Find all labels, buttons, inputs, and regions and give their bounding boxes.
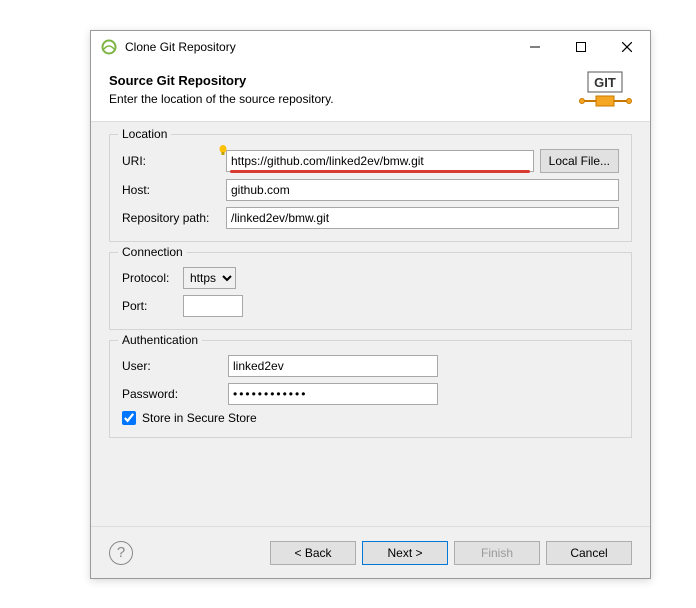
host-label: Host: bbox=[122, 183, 220, 197]
connection-legend: Connection bbox=[118, 245, 187, 259]
secure-store-label: Store in Secure Store bbox=[142, 411, 257, 425]
wizard-header: Source Git Repository Enter the location… bbox=[91, 63, 650, 122]
protocol-select[interactable]: https bbox=[183, 267, 236, 289]
help-button[interactable]: ? bbox=[109, 541, 133, 565]
host-input[interactable] bbox=[226, 179, 619, 201]
authentication-group: Authentication User: Password: Store in … bbox=[109, 340, 632, 438]
port-input[interactable] bbox=[183, 295, 243, 317]
app-icon bbox=[101, 39, 117, 55]
minimize-button[interactable] bbox=[512, 31, 558, 63]
button-bar: ? < Back Next > Finish Cancel bbox=[91, 526, 650, 578]
svg-text:GIT: GIT bbox=[594, 75, 616, 90]
password-label: Password: bbox=[122, 387, 222, 401]
git-icon: GIT bbox=[574, 71, 632, 111]
lightbulb-icon bbox=[218, 145, 228, 155]
protocol-label: Protocol: bbox=[122, 271, 177, 285]
window-title: Clone Git Repository bbox=[125, 40, 512, 54]
repo-path-label: Repository path: bbox=[122, 211, 220, 225]
uri-label: URI: bbox=[122, 154, 220, 168]
page-subtitle: Enter the location of the source reposit… bbox=[109, 92, 334, 106]
maximize-button[interactable] bbox=[558, 31, 604, 63]
authentication-legend: Authentication bbox=[118, 333, 202, 347]
location-legend: Location bbox=[118, 127, 171, 141]
secure-store-checkbox[interactable] bbox=[122, 411, 136, 425]
content-area: Location URI: Local File... Host: Reposi… bbox=[91, 122, 650, 526]
back-button[interactable]: < Back bbox=[270, 541, 356, 565]
clone-git-dialog: Clone Git Repository Source Git Reposito… bbox=[90, 30, 651, 579]
next-button[interactable]: Next > bbox=[362, 541, 448, 565]
cancel-button[interactable]: Cancel bbox=[546, 541, 632, 565]
connection-group: Connection Protocol: https Port: bbox=[109, 252, 632, 330]
user-label: User: bbox=[122, 359, 222, 373]
local-file-button[interactable]: Local File... bbox=[540, 149, 619, 173]
uri-input[interactable] bbox=[226, 150, 534, 172]
finish-button[interactable]: Finish bbox=[454, 541, 540, 565]
port-label: Port: bbox=[122, 299, 177, 313]
user-input[interactable] bbox=[228, 355, 438, 377]
page-title: Source Git Repository bbox=[109, 73, 334, 88]
highlight-underline bbox=[230, 170, 530, 173]
location-group: Location URI: Local File... Host: Reposi… bbox=[109, 134, 632, 242]
close-button[interactable] bbox=[604, 31, 650, 63]
repo-path-input[interactable] bbox=[226, 207, 619, 229]
password-input[interactable] bbox=[228, 383, 438, 405]
titlebar: Clone Git Repository bbox=[91, 31, 650, 63]
